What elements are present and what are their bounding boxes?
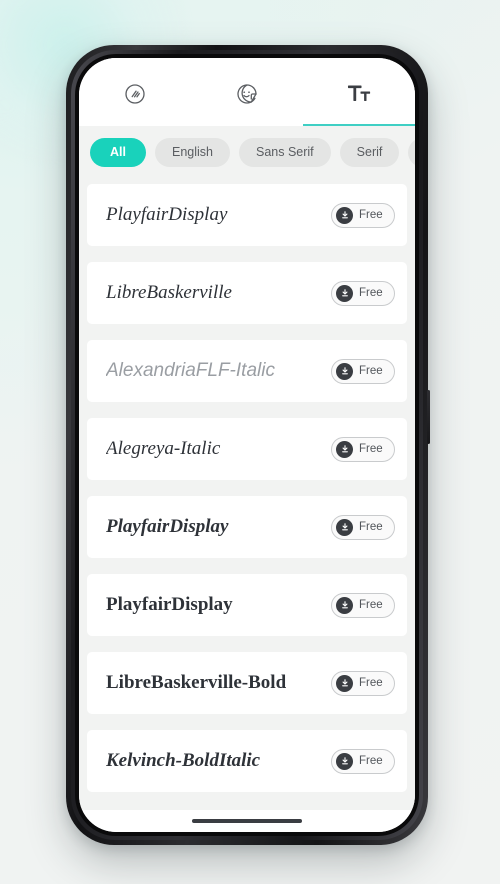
download-free-button[interactable]: Free (331, 436, 395, 462)
list-item[interactable]: Kelvinch-BoldItalic Free (87, 730, 407, 792)
list-item[interactable]: PlayfairDisplay Free (87, 574, 407, 636)
free-label: Free (359, 599, 383, 611)
filter-chip-handwriting[interactable]: Ha (408, 137, 415, 167)
download-icon (336, 674, 353, 692)
text-format-tt-icon (346, 82, 372, 111)
download-free-button[interactable]: Free (331, 670, 395, 696)
download-free-button[interactable]: Free (331, 514, 395, 540)
download-icon (336, 206, 353, 224)
filter-chip-bar[interactable]: All English Sans Serif Serif Ha (79, 126, 415, 178)
tab-text-format[interactable] (303, 66, 415, 126)
download-icon (336, 518, 353, 536)
tab-effects[interactable] (79, 66, 191, 126)
filter-circle-icon (123, 82, 147, 111)
list-item[interactable]: Alegreya-Italic Free (87, 418, 407, 480)
phone-device-frame: All English Sans Serif Serif Ha Playfair… (66, 45, 430, 845)
font-name: PlayfairDisplay (106, 204, 228, 225)
free-label: Free (359, 755, 383, 767)
font-name: Kelvinch-BoldItalic (106, 750, 261, 771)
free-label: Free (359, 443, 383, 455)
download-icon (336, 752, 353, 770)
filter-chip-serif[interactable]: Serif (339, 137, 400, 167)
download-free-button[interactable]: Free (331, 358, 395, 384)
font-name: LibreBaskerville (106, 282, 232, 303)
top-tab-bar (79, 58, 415, 126)
list-item[interactable]: AlexandriaFLF-Italic Free (87, 340, 407, 402)
phone-side-button[interactable] (427, 390, 430, 444)
filter-chip-sans-serif[interactable]: Sans Serif (238, 137, 331, 167)
filter-chip-english[interactable]: English (154, 137, 230, 167)
download-icon (336, 284, 353, 302)
download-free-button[interactable]: Free (331, 748, 395, 774)
list-item[interactable]: PlayfairDisplay Free (87, 184, 407, 246)
free-label: Free (359, 521, 383, 533)
tab-stickers[interactable] (191, 66, 303, 126)
download-icon (336, 596, 353, 614)
home-indicator-area (79, 810, 415, 832)
font-name: Alegreya-Italic (106, 438, 221, 459)
phone-screen-frame: All English Sans Serif Serif Ha Playfair… (75, 54, 419, 836)
font-name: PlayfairDisplay (106, 594, 233, 615)
free-label: Free (359, 677, 383, 689)
download-free-button[interactable]: Free (331, 592, 395, 618)
font-name: AlexandriaFLF-Italic (106, 360, 275, 381)
active-tab-indicator (302, 123, 415, 126)
font-name: PlayfairDisplay (106, 516, 229, 537)
free-label: Free (359, 209, 383, 221)
download-free-button[interactable]: Free (331, 202, 395, 228)
free-label: Free (359, 365, 383, 377)
filter-chip-all[interactable]: All (90, 137, 146, 167)
home-indicator[interactable] (192, 819, 302, 823)
font-name: LibreBaskerville-Bold (106, 672, 287, 693)
sticker-smiley-icon (235, 82, 259, 111)
download-icon (336, 440, 353, 458)
list-item[interactable]: LibreBaskerville-Bold Free (87, 652, 407, 714)
download-free-button[interactable]: Free (331, 280, 395, 306)
free-label: Free (359, 287, 383, 299)
list-item[interactable]: LibreBaskerville Free (87, 262, 407, 324)
download-icon (336, 362, 353, 380)
font-list[interactable]: PlayfairDisplay Free LibreBaskerville Fr… (79, 178, 415, 810)
app-screen: All English Sans Serif Serif Ha Playfair… (79, 58, 415, 832)
list-item[interactable]: PlayfairDisplay Free (87, 496, 407, 558)
